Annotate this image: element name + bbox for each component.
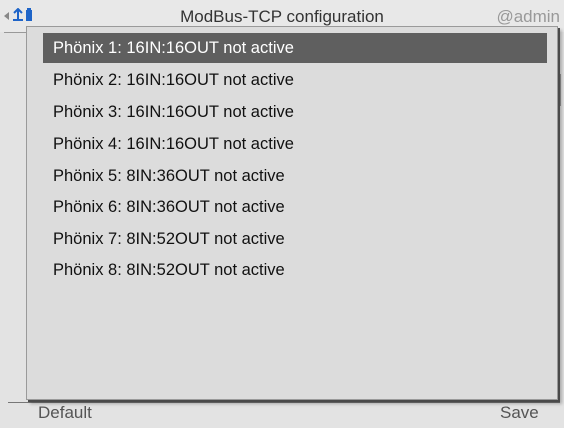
dropdown-popup: Phönix 1: 16IN:16OUT not active Phönix 2… [26,26,558,400]
dropdown-option-phoenix-5[interactable]: Phönix 5: 8IN:36OUT not active [43,161,547,191]
dropdown-option-phoenix-6[interactable]: Phönix 6: 8IN:36OUT not active [43,192,547,222]
dropdown-option-phoenix-1[interactable]: Phönix 1: 16IN:16OUT not active [43,33,547,63]
page-title: ModBus-TCP configuration [180,7,384,26]
dropdown-option-phoenix-3[interactable]: Phönix 3: 16IN:16OUT not active [43,97,547,127]
user-label: @admin [496,7,560,26]
dropdown-option-phoenix-4[interactable]: Phönix 4: 16IN:16OUT not active [43,129,547,159]
dropdown-option-phoenix-8[interactable]: Phönix 8: 8IN:52OUT not active [43,255,547,285]
default-button[interactable]: Default [38,404,92,422]
dropdown-option-phoenix-2[interactable]: Phönix 2: 16IN:16OUT not active [43,65,547,95]
dropdown-option-phoenix-7[interactable]: Phönix 7: 8IN:52OUT not active [43,224,547,254]
save-button[interactable]: Save [500,404,539,422]
background-field-edge [558,74,561,106]
